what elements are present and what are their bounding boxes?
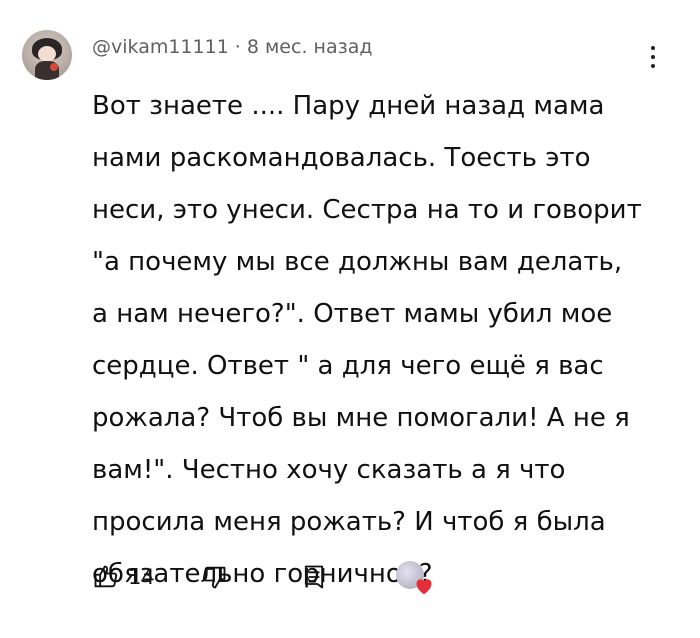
comment-text-line: просила меня рожать? И чтоб я была (92, 507, 606, 537)
thumb-up-icon (94, 565, 118, 588)
author-name[interactable]: @vikam11111 (92, 36, 229, 58)
comment-text-line: неси, это унеси. Сестра на то и говорит (92, 195, 642, 225)
avatar[interactable] (22, 30, 72, 80)
comment-timestamp: 8 мес. назад (246, 36, 373, 58)
comment-text-line: нами раскомандовалась. Тоесть это (92, 143, 591, 173)
comment-text-line: Вот знаете .... Пару дней назад мама (92, 91, 605, 121)
comment-header: @vikam11111 · 8 мес. назад (92, 36, 372, 58)
like-count: 14 (128, 565, 155, 589)
more-vert-icon[interactable] (645, 44, 661, 70)
dislike-button[interactable] (200, 557, 228, 597)
comment-card: @vikam11111 · 8 мес. назад Вот знаете ....… (0, 0, 700, 638)
comment-text-line: а нам нечего?". Ответ мамы убил мое (92, 299, 613, 329)
avatar-accent (50, 63, 58, 71)
comment-text-line: вам!". Честно хочу сказать а я что (92, 455, 566, 485)
comment-text: Вот знаете .... Пару дней назад мама нам… (92, 80, 652, 600)
comment-text-line: сердце. Ответ " а для чего ещё я вас (92, 351, 604, 381)
reply-comment-icon (304, 565, 324, 589)
reply-button[interactable] (300, 557, 328, 597)
heart-icon (416, 579, 432, 595)
comment-text-line: рожала? Чтоб вы мне помогали! А не я (92, 403, 630, 433)
creator-heart-icon (396, 559, 436, 599)
avatar-face (38, 46, 56, 62)
comment-text-line: "а почему мы все должны вам делать, (92, 247, 623, 277)
thumb-down-icon (202, 566, 226, 589)
header-separator: · (234, 36, 241, 58)
comment-actions: 14 (92, 557, 452, 597)
like-button[interactable]: 14 (92, 557, 155, 597)
